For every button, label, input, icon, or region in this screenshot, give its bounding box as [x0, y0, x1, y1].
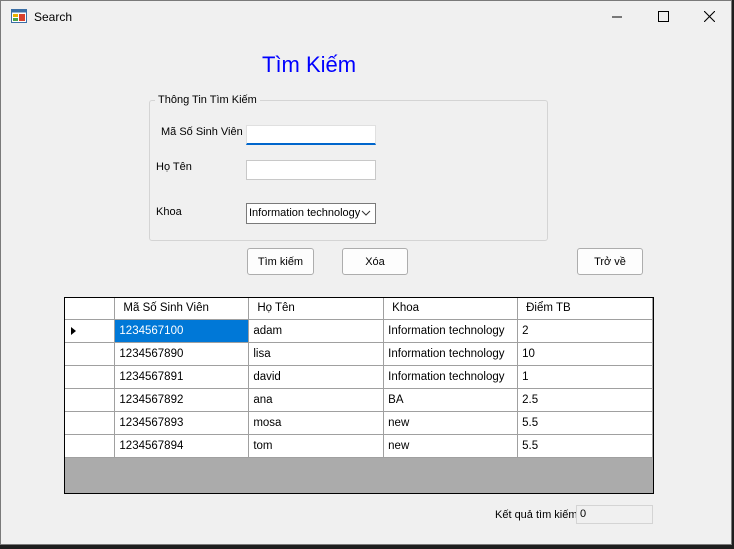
row-header[interactable] — [65, 387, 116, 412]
faculty-select[interactable]: Information technology — [246, 203, 376, 224]
cell-name[interactable]: mosa — [248, 410, 385, 435]
cell-name[interactable]: tom — [248, 433, 385, 458]
minimize-button[interactable] — [594, 1, 640, 32]
cell-student-id[interactable]: 1234567894 — [114, 433, 250, 458]
cell-student-id[interactable]: 1234567100 — [114, 318, 250, 343]
cell-faculty[interactable]: new — [383, 433, 519, 458]
search-info-group-title: Thông Tin Tìm Kiếm — [155, 94, 260, 106]
column-header-name[interactable]: Họ Tên — [248, 298, 385, 320]
cell-student-id[interactable]: 1234567892 — [114, 387, 250, 412]
name-label: Họ Tên — [156, 161, 192, 173]
result-count-value: 0 — [580, 508, 587, 520]
cell-faculty[interactable]: BA — [383, 387, 519, 412]
cell-name[interactable]: lisa — [248, 341, 385, 366]
student-id-label: Mã Số Sinh Viên — [161, 126, 243, 138]
title-bar[interactable]: Search — [1, 1, 731, 32]
cell-student-id[interactable]: 1234567893 — [114, 410, 250, 435]
search-window: Search Tìm Kiếm Thông Tin Tìm Kiếm Mã Số… — [0, 0, 732, 545]
back-button[interactable]: Trở về — [577, 248, 643, 275]
cell-name[interactable]: ana — [248, 387, 385, 412]
cell-name[interactable]: david — [248, 364, 385, 389]
back-button-label: Trở về — [594, 255, 626, 268]
cell-student-id[interactable]: 1234567890 — [114, 341, 250, 366]
row-header[interactable] — [65, 433, 116, 458]
grid-header-row: Mã Số Sinh Viên Họ Tên Khoa Điểm TB — [65, 298, 653, 320]
maximize-button[interactable] — [640, 1, 686, 32]
result-count-label: Kết quả tìm kiếm — [495, 509, 578, 521]
name-input[interactable] — [246, 160, 376, 180]
cell-faculty[interactable]: Information technology — [383, 364, 519, 389]
close-icon — [703, 11, 715, 22]
cell-name[interactable]: adam — [248, 318, 385, 343]
grid-corner-header[interactable] — [65, 298, 116, 320]
cell-faculty[interactable]: Information technology — [383, 341, 519, 366]
clear-button[interactable]: Xóa — [342, 248, 408, 275]
result-count-field: 0 — [576, 505, 653, 524]
row-header[interactable] — [65, 410, 116, 435]
row-header[interactable] — [65, 364, 116, 389]
cell-gpa[interactable]: 2.5 — [517, 387, 653, 412]
window-title: Search — [34, 10, 73, 24]
cell-gpa[interactable]: 1 — [517, 364, 653, 389]
close-button[interactable] — [686, 1, 732, 32]
column-header-faculty[interactable]: Khoa — [383, 298, 519, 320]
faculty-selected-value: Information technology — [249, 207, 361, 219]
clear-button-label: Xóa — [365, 255, 385, 268]
maximize-icon — [657, 11, 669, 22]
cell-faculty[interactable]: new — [383, 410, 519, 435]
app-form-icon — [11, 9, 27, 23]
cell-faculty[interactable]: Information technology — [383, 318, 519, 343]
row-header[interactable] — [65, 341, 116, 366]
table-row[interactable]: 1234567890 lisa Information technology 1… — [65, 341, 653, 366]
cell-gpa[interactable]: 5.5 — [517, 410, 653, 435]
page-title: Tìm Kiếm — [262, 52, 357, 77]
table-row[interactable]: 1234567892 ana BA 2.5 — [65, 387, 653, 412]
row-pointer-icon — [71, 326, 76, 335]
search-button[interactable]: Tìm kiếm — [247, 248, 314, 275]
results-grid[interactable]: Mã Số Sinh Viên Họ Tên Khoa Điểm TB 1234… — [64, 297, 654, 494]
cell-student-id[interactable]: 1234567891 — [114, 364, 250, 389]
student-id-input[interactable] — [246, 125, 376, 145]
minimize-icon — [612, 16, 622, 17]
search-button-label: Tìm kiếm — [257, 255, 304, 268]
cell-gpa[interactable]: 10 — [517, 341, 653, 366]
column-header-gpa[interactable]: Điểm TB — [517, 298, 653, 320]
chevron-down-icon — [361, 210, 371, 216]
table-row[interactable]: 1234567891 david Information technology … — [65, 364, 653, 389]
faculty-label: Khoa — [156, 206, 182, 218]
table-row[interactable]: 1234567893 mosa new 5.5 — [65, 410, 653, 435]
cell-gpa[interactable]: 5.5 — [517, 433, 653, 458]
cell-gpa[interactable]: 2 — [517, 318, 653, 343]
row-header[interactable] — [65, 318, 116, 343]
table-row[interactable]: 1234567894 tom new 5.5 — [65, 433, 653, 458]
column-header-student-id[interactable]: Mã Số Sinh Viên — [114, 298, 250, 320]
table-row[interactable]: 1234567100 adam Information technology 2 — [65, 318, 653, 343]
